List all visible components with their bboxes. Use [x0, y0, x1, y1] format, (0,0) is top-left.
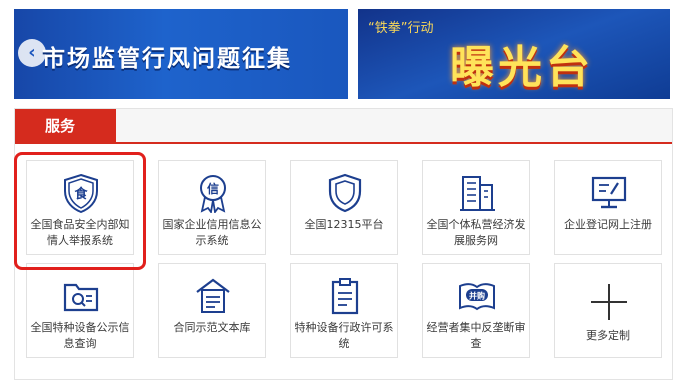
service-label: 企业登记网上注册 [564, 218, 652, 231]
buildings-icon [457, 173, 497, 213]
service-label: 全国12315平台 [304, 218, 384, 231]
service-label: 更多定制 [586, 329, 630, 342]
credit-medal-icon: 信 [193, 173, 233, 213]
service-label: 全国食品安全内部知情人举报系统 [30, 218, 130, 247]
service-tile-equipment-licensing[interactable]: 特种设备行政许可系统 [290, 263, 398, 358]
service-tile-online-registration[interactable]: 企业登记网上注册 [554, 160, 662, 255]
service-label: 经营者集中反垄断审查 [426, 321, 526, 350]
service-tile-contract-templates[interactable]: 合同示范文本库 [158, 263, 266, 358]
clipboard-icon [325, 276, 365, 316]
icon-char: 并购 [469, 291, 485, 301]
icon-char: 食 [74, 186, 88, 202]
banner-subtitle: “铁拳”行动 [368, 21, 434, 36]
service-label: 全国个体私营经济发展服务网 [426, 218, 526, 247]
merger-book-icon: 并购 [457, 276, 497, 316]
service-label: 特种设备行政许可系统 [294, 321, 394, 350]
icon-char: 信 [207, 181, 219, 196]
banner-conduct-feedback[interactable]: ‹ 市场监管行风问题征集 [14, 9, 348, 99]
service-tile-12315[interactable]: 全国12315平台 [290, 160, 398, 255]
service-tile-more[interactable]: 更多定制 [554, 263, 662, 358]
service-label: 全国特种设备公示信息查询 [30, 321, 130, 350]
banner-exposure-platform[interactable]: “铁拳”行动 曝光台 [358, 9, 670, 99]
service-tile-private-economy[interactable]: 全国个体私营经济发展服务网 [422, 160, 530, 255]
service-tile-food-safety-report[interactable]: 食 全国食品安全内部知情人举报系统 [26, 160, 134, 255]
tab-services[interactable]: 服务 [15, 109, 116, 144]
services-header: 服务 [15, 109, 672, 144]
monitor-edit-icon [589, 173, 629, 213]
folder-search-icon [61, 276, 101, 316]
document-home-icon [193, 276, 233, 316]
shield-icon [325, 173, 365, 213]
service-tile-special-equipment-query[interactable]: 全国特种设备公示信息查询 [26, 263, 134, 358]
service-tile-credit-info[interactable]: 信 国家企业信用信息公示系统 [158, 160, 266, 255]
food-shield-icon: 食 [61, 173, 101, 213]
service-tile-antitrust-review[interactable]: 并购 经营者集中反垄断审查 [422, 263, 530, 358]
service-label: 国家企业信用信息公示系统 [162, 218, 262, 247]
plus-icon [589, 282, 629, 322]
service-label: 合同示范文本库 [173, 321, 251, 334]
banner-title: 市场监管行风问题征集 [42, 46, 292, 72]
banner-title: 曝光台 [450, 42, 594, 93]
